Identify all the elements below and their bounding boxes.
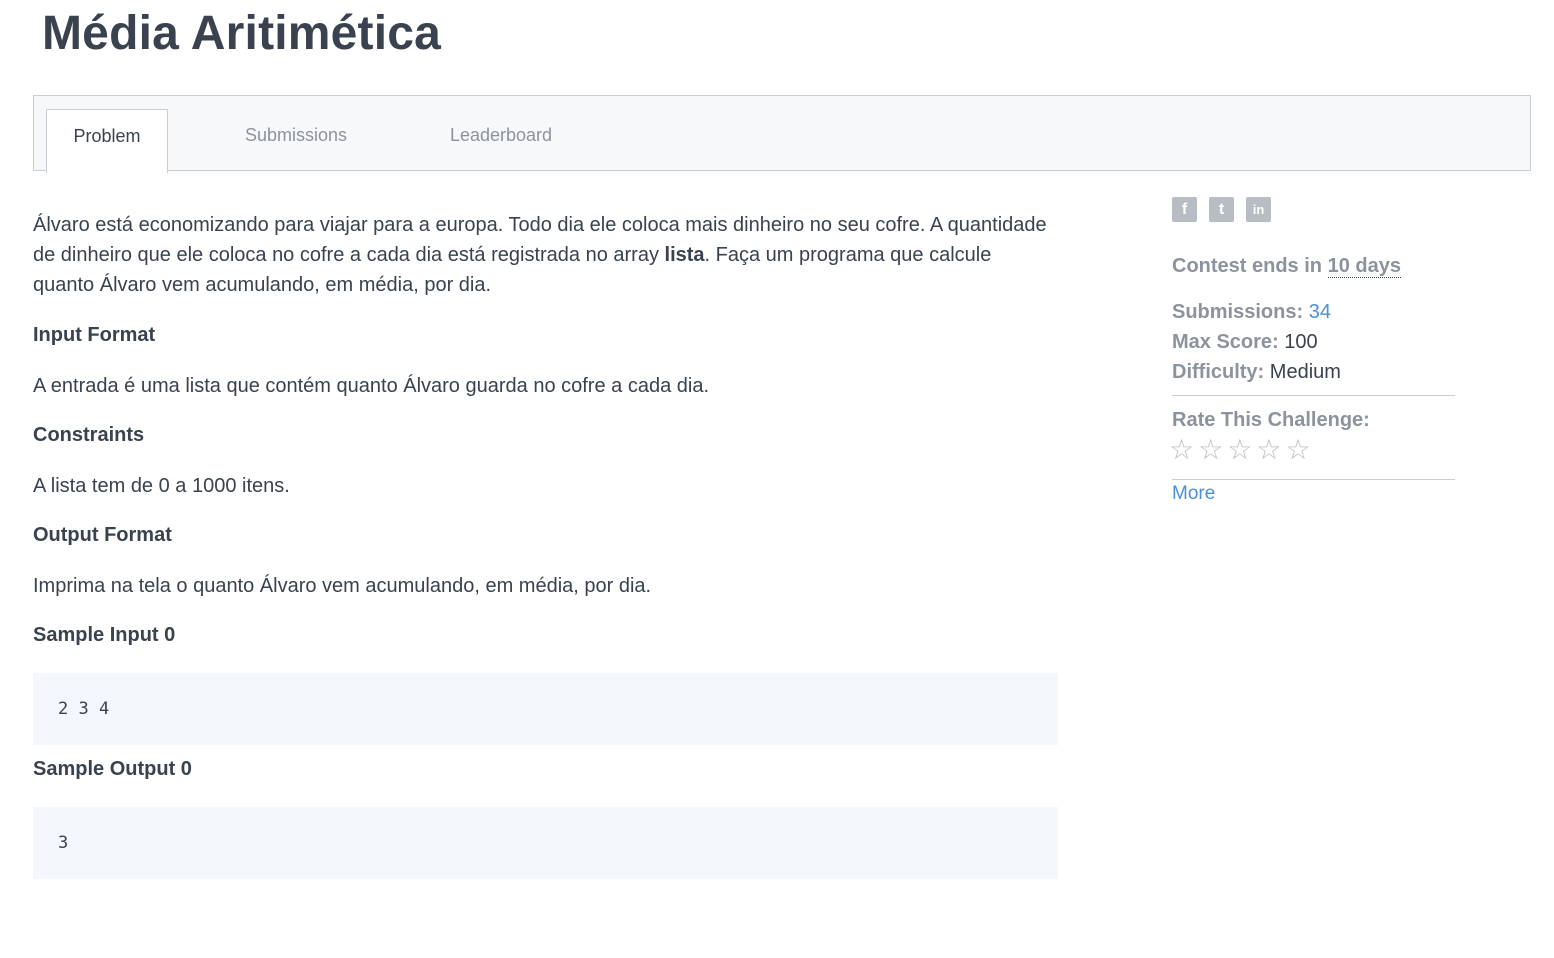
- contest-ends-days[interactable]: 10 days: [1327, 255, 1401, 278]
- social-share: f t in: [1172, 197, 1455, 222]
- twitter-icon[interactable]: t: [1209, 197, 1234, 222]
- submissions-label: Submissions:: [1172, 301, 1304, 323]
- max-score-stat: Max Score: 100: [1172, 331, 1318, 354]
- sample-output-code[interactable]: 3: [33, 807, 1058, 879]
- sample-output-heading: Sample Output 0: [33, 758, 192, 780]
- input-format-heading: Input Format: [33, 324, 156, 346]
- output-format-text: Imprima na tela o quanto Álvaro vem acum…: [33, 575, 652, 597]
- contest-ends: Contest ends in 10 days: [1172, 255, 1401, 278]
- star-icon[interactable]: ☆: [1169, 435, 1194, 465]
- tab-bar: Problem Submissions Leaderboard: [33, 95, 1531, 173]
- tab-submissions[interactable]: Submissions: [224, 109, 368, 173]
- contest-ends-label: Contest ends in: [1172, 255, 1328, 277]
- max-score-label: Max Score:: [1172, 331, 1279, 353]
- sample-input-code[interactable]: 2 3 4: [33, 673, 1058, 745]
- problem-statement: Álvaro está economizando para viajar par…: [33, 210, 1058, 879]
- intro-bold-term: lista: [664, 244, 705, 266]
- facebook-icon[interactable]: f: [1172, 197, 1197, 222]
- star-icon[interactable]: ☆: [1285, 435, 1310, 465]
- output-format-heading: Output Format: [33, 524, 172, 546]
- constraints-text: A lista tem de 0 a 1000 itens.: [33, 475, 290, 497]
- star-icon[interactable]: ☆: [1198, 435, 1223, 465]
- linkedin-icon[interactable]: in: [1246, 197, 1271, 222]
- star-icon[interactable]: ☆: [1256, 435, 1281, 465]
- rate-challenge-label: Rate This Challenge:: [1172, 409, 1370, 431]
- max-score-value: 100: [1284, 331, 1318, 353]
- tab-leaderboard[interactable]: Leaderboard: [430, 109, 572, 173]
- rating-stars: ☆ ☆ ☆ ☆ ☆: [1169, 435, 1311, 465]
- more-link[interactable]: More: [1172, 483, 1215, 505]
- problem-intro: Álvaro está economizando para viajar par…: [33, 210, 1058, 300]
- difficulty-value: Medium: [1269, 361, 1341, 383]
- difficulty-stat: Difficulty: Medium: [1172, 361, 1341, 384]
- submissions-stat: Submissions: 34: [1172, 301, 1331, 324]
- page-title: Média Aritimética: [42, 7, 442, 60]
- divider: [1172, 395, 1455, 396]
- tab-problem[interactable]: Problem: [46, 109, 168, 173]
- challenge-sidebar: f t in Contest ends in 10 days Submissio…: [1169, 197, 1455, 504]
- input-format-text: A entrada é uma lista que contém quanto …: [33, 375, 709, 397]
- star-icon[interactable]: ☆: [1227, 435, 1252, 465]
- sample-input-heading: Sample Input 0: [33, 624, 176, 646]
- submissions-count-link[interactable]: 34: [1309, 301, 1331, 323]
- difficulty-label: Difficulty:: [1172, 361, 1265, 383]
- divider: [1172, 479, 1455, 480]
- constraints-heading: Constraints: [33, 424, 145, 446]
